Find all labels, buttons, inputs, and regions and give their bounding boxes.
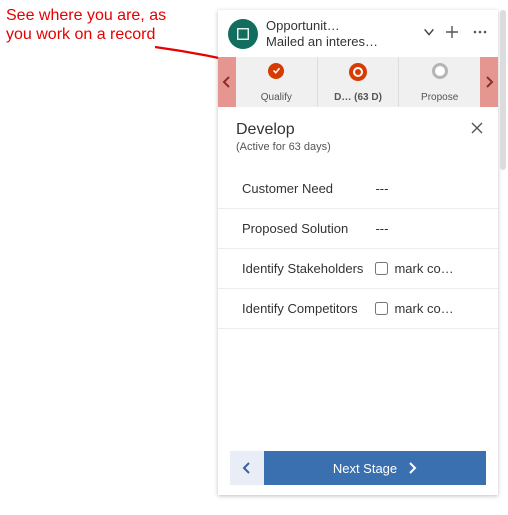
close-button[interactable] bbox=[470, 121, 484, 140]
stage-fields: Customer Need --- Proposed Solution --- … bbox=[218, 165, 498, 329]
stage-qualify[interactable]: Qualify bbox=[236, 57, 318, 107]
stage-subtitle: (Active for 63 days) bbox=[236, 141, 480, 153]
field-customer-need[interactable]: Customer Need --- bbox=[218, 169, 498, 209]
bpf-prev-button[interactable] bbox=[218, 57, 236, 107]
stage-title: Develop bbox=[236, 121, 480, 139]
add-button[interactable] bbox=[444, 24, 460, 45]
panel-header: Opportunit… Mailed an interes… bbox=[218, 10, 498, 57]
expand-header-button[interactable] bbox=[422, 25, 436, 44]
next-stage-label: Next Stage bbox=[333, 461, 397, 476]
competitors-checkbox[interactable] bbox=[375, 302, 388, 315]
stage-detail-header: Develop (Active for 63 days) bbox=[218, 107, 498, 165]
target-icon bbox=[349, 63, 367, 81]
bpf-stages: Qualify D… (63 D) Propose bbox=[236, 57, 480, 107]
circle-icon bbox=[432, 63, 448, 79]
field-proposed-solution[interactable]: Proposed Solution --- bbox=[218, 209, 498, 249]
entity-icon bbox=[228, 19, 258, 49]
more-button[interactable] bbox=[472, 24, 488, 45]
field-stakeholders[interactable]: Identify Stakeholders mark co… bbox=[218, 249, 498, 289]
stage-propose[interactable]: Propose bbox=[399, 57, 480, 107]
header-text: Opportunit… Mailed an interes… bbox=[266, 18, 414, 51]
header-title: Opportunit… bbox=[266, 18, 414, 34]
check-icon bbox=[268, 63, 284, 79]
chevron-right-icon bbox=[407, 462, 417, 474]
process-bar: Qualify D… (63 D) Propose bbox=[218, 57, 498, 107]
stage-develop[interactable]: D… (63 D) bbox=[318, 57, 400, 107]
record-panel: Opportunit… Mailed an interes… bbox=[218, 10, 498, 495]
header-subtitle: Mailed an interes… bbox=[266, 34, 414, 50]
scrollbar-thumb[interactable] bbox=[500, 10, 506, 170]
scrollbar[interactable] bbox=[500, 10, 506, 190]
stage-footer: Next Stage bbox=[230, 451, 486, 485]
callout-text: See where you are, as you work on a reco… bbox=[6, 6, 196, 44]
stakeholders-checkbox[interactable] bbox=[375, 262, 388, 275]
field-competitors[interactable]: Identify Competitors mark co… bbox=[218, 289, 498, 329]
bpf-next-button[interactable] bbox=[480, 57, 498, 107]
next-stage-button[interactable]: Next Stage bbox=[264, 451, 486, 485]
prev-stage-button[interactable] bbox=[230, 451, 264, 485]
